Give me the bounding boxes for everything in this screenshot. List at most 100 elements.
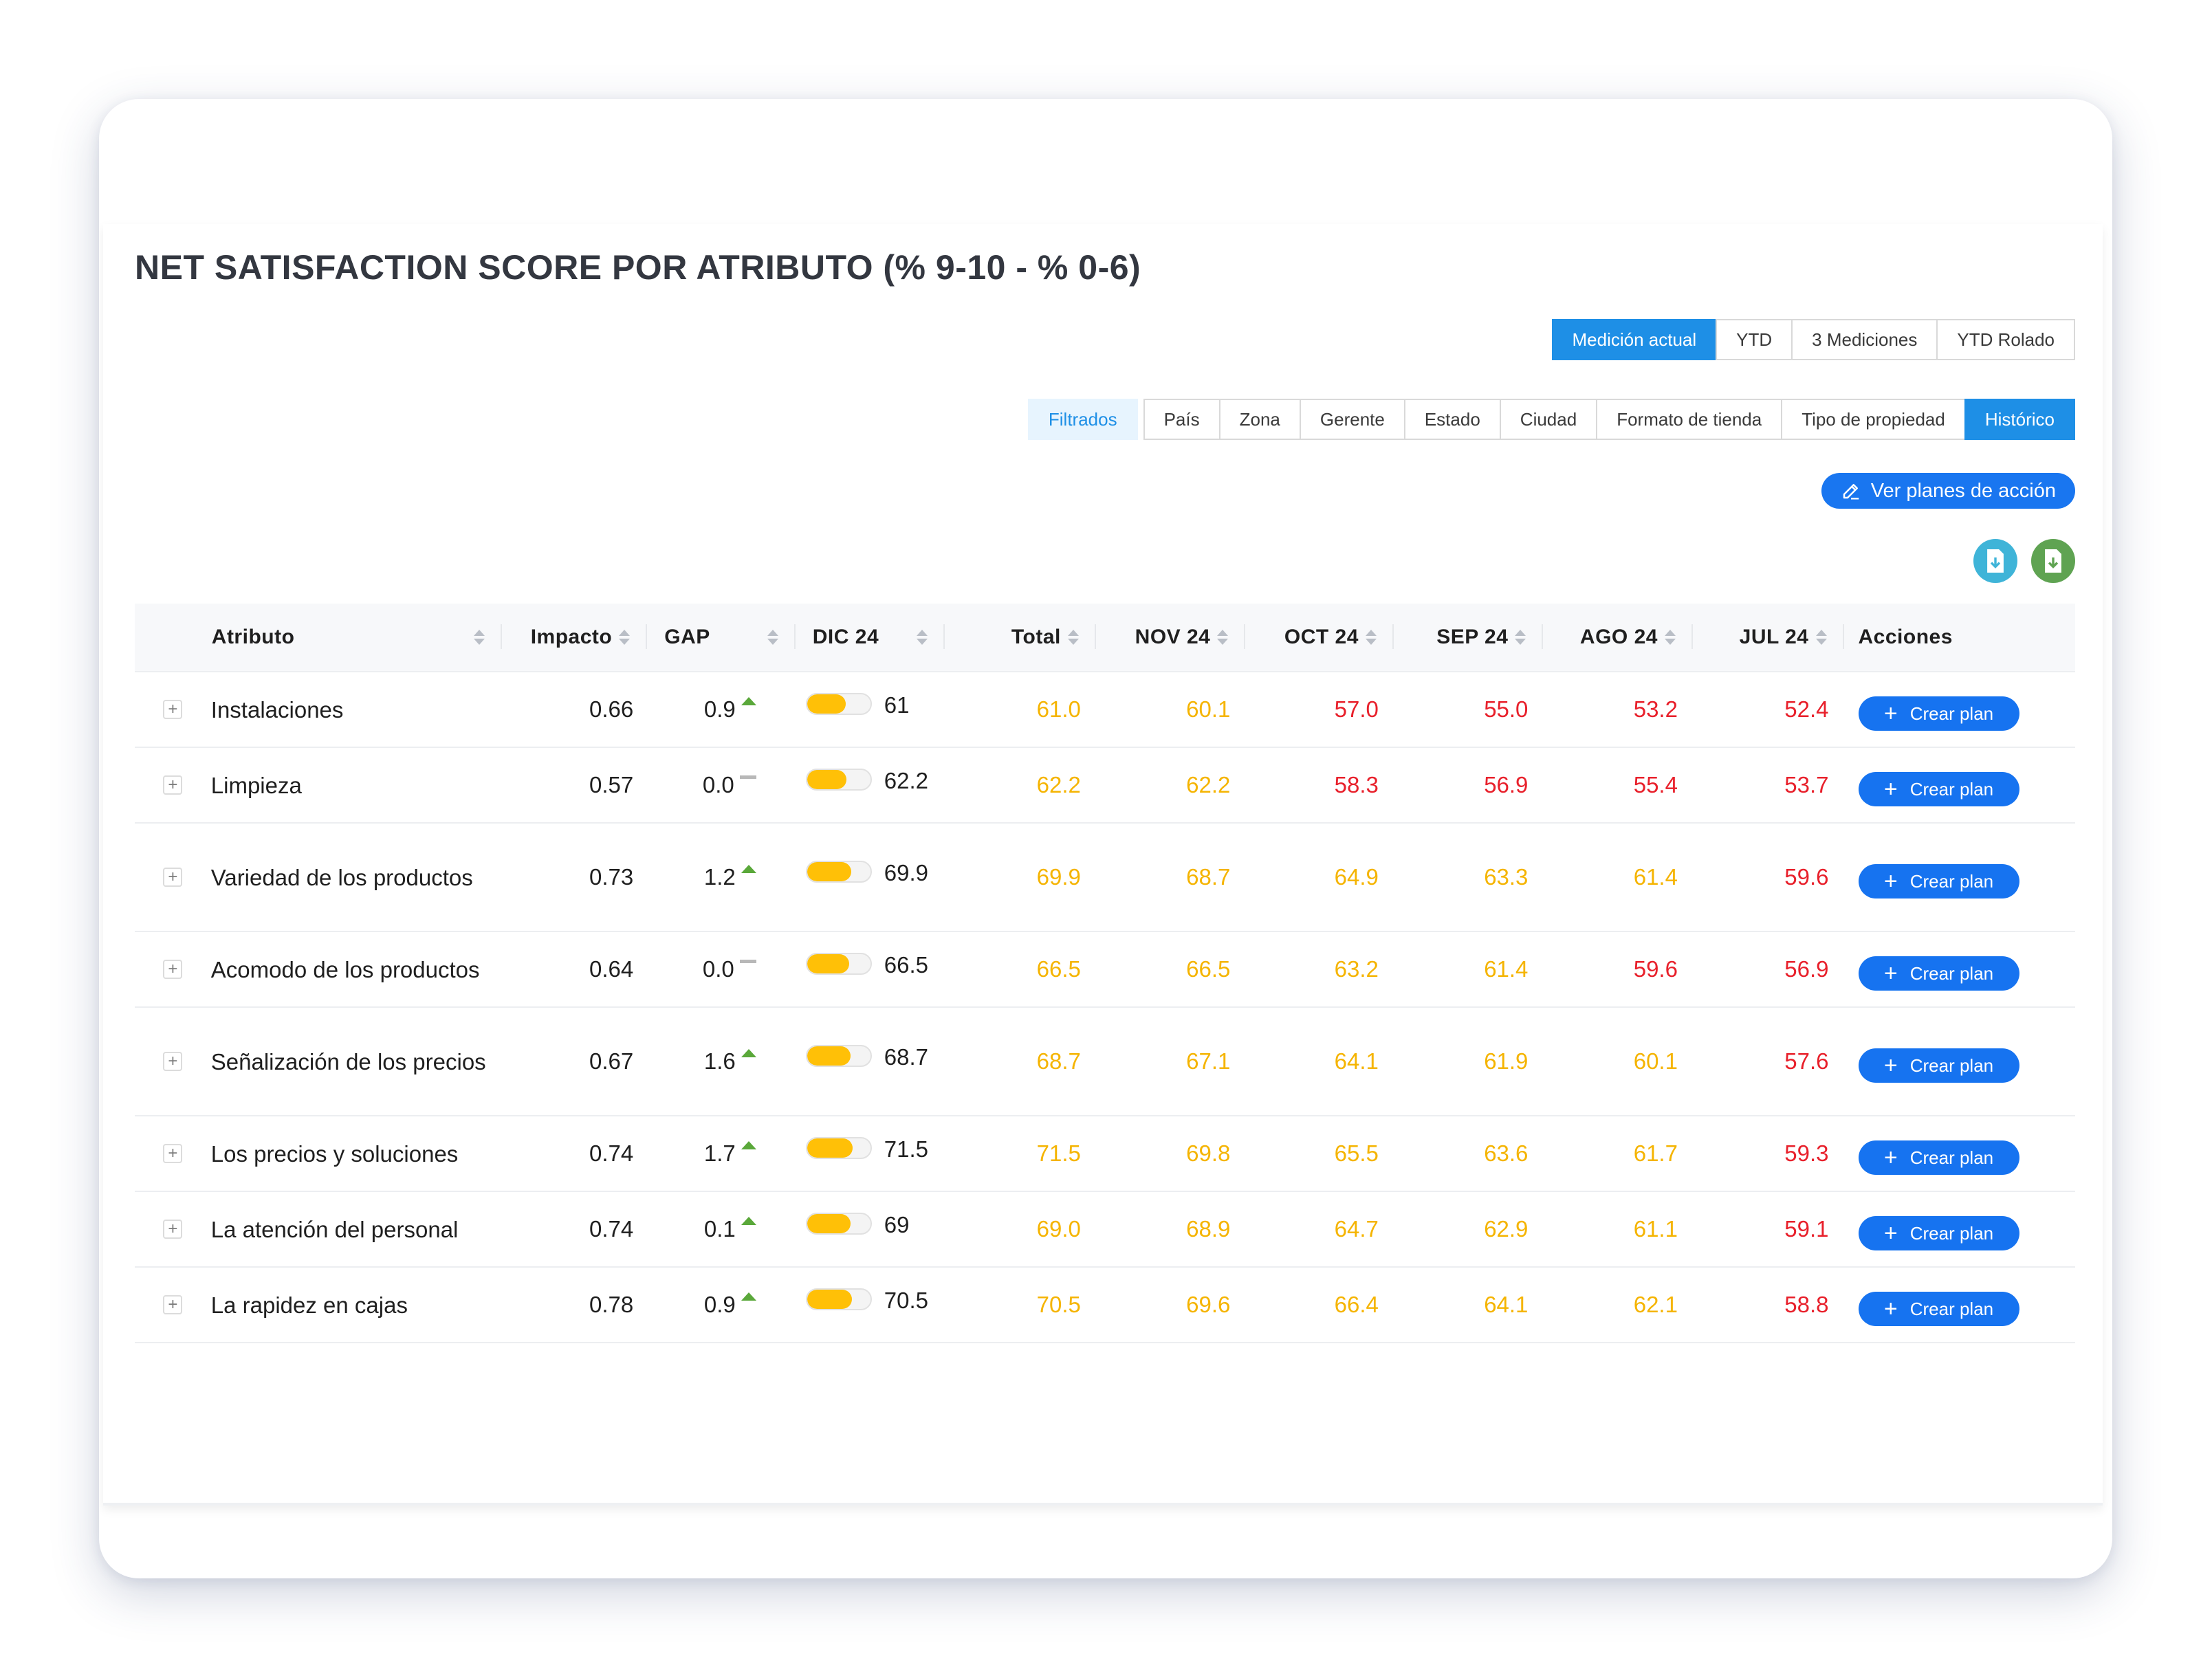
table-row: + La rapidez en cajas 0.78 0.9 70.5 70.5 69.6 6… xyxy=(135,1267,2075,1343)
filter-gerente[interactable]: Gerente xyxy=(1299,399,1405,440)
actions-cell: + Crear plan xyxy=(1843,931,2075,1008)
header-impacto[interactable]: Impacto xyxy=(501,604,648,672)
score-pill-fill xyxy=(807,954,850,973)
edit-icon xyxy=(1843,484,1859,500)
gap-cell: 0.0 xyxy=(647,747,796,824)
sort-icon xyxy=(1515,630,1526,645)
score-pill-fill xyxy=(807,1214,851,1233)
gap-value: 1.7 xyxy=(703,1140,736,1166)
dic-cell: 69 xyxy=(795,1191,945,1268)
impact-value: 0.66 xyxy=(501,672,648,748)
filter-pais[interactable]: País xyxy=(1143,399,1220,440)
ver-planes-button[interactable]: Ver planes de acción xyxy=(1821,473,2075,509)
total-value: 66.5 xyxy=(945,931,1096,1008)
gap-value: 0.0 xyxy=(702,956,734,982)
filter-tipo-propiedad[interactable]: Tipo de propiedad xyxy=(1781,399,1966,440)
expand-row-icon[interactable]: + xyxy=(163,1052,183,1071)
oct-value: 64.9 xyxy=(1245,823,1394,932)
excel-download-icon[interactable] xyxy=(2031,539,2075,583)
score-pill-fill xyxy=(807,1138,853,1158)
header-nov-24[interactable]: NOV 24 xyxy=(1095,604,1246,672)
expand-row-icon[interactable]: + xyxy=(163,1220,183,1239)
dic-cell: 66.5 xyxy=(795,931,945,1008)
actions-cell: + Crear plan xyxy=(1843,823,2075,932)
sort-icon xyxy=(1365,630,1377,645)
crear-plan-button[interactable]: + Crear plan xyxy=(1858,696,2019,731)
impact-value: 0.57 xyxy=(501,747,648,824)
expand-row-icon[interactable]: + xyxy=(163,775,183,795)
plus-icon: + xyxy=(1883,1145,1898,1171)
crear-plan-button[interactable]: + Crear plan xyxy=(1858,1140,2019,1175)
header-dic-24[interactable]: DIC 24 xyxy=(795,604,945,672)
filter-estado[interactable]: Estado xyxy=(1403,399,1501,440)
total-value: 61.0 xyxy=(945,672,1096,748)
sep-value: 61.9 xyxy=(1393,1007,1544,1116)
nov-value: 69.6 xyxy=(1095,1267,1246,1343)
trend-up-icon xyxy=(741,1292,756,1301)
dic-cell: 69.9 xyxy=(795,823,945,932)
gap-cell: 1.7 xyxy=(647,1116,796,1192)
ago-value: 60.1 xyxy=(1543,1007,1693,1116)
dic-value: 70.5 xyxy=(884,1288,928,1313)
dic-value: 71.5 xyxy=(884,1136,928,1162)
filter-zona[interactable]: Zona xyxy=(1218,399,1301,440)
expand-row-icon[interactable]: + xyxy=(163,960,183,979)
page-title: NET SATISFACTION SCORE POR ATRIBUTO (% 9… xyxy=(135,248,1141,287)
actions-cell: + Crear plan xyxy=(1843,1267,2075,1343)
actions-cell: + Crear plan xyxy=(1843,747,2075,824)
sort-icon xyxy=(619,630,631,645)
filter-ciudad[interactable]: Ciudad xyxy=(1499,399,1598,440)
header-sep-24[interactable]: SEP 24 xyxy=(1393,604,1544,672)
dic-value: 69 xyxy=(884,1212,910,1237)
jul-value: 52.4 xyxy=(1692,672,1844,748)
crear-plan-button[interactable]: + Crear plan xyxy=(1858,1292,2019,1326)
crear-plan-button[interactable]: + Crear plan xyxy=(1858,1216,2019,1250)
expand-row-icon[interactable]: + xyxy=(163,700,183,719)
filter-filtrados[interactable]: Filtrados xyxy=(1027,399,1138,440)
plus-icon: + xyxy=(1883,960,1898,986)
gap-cell: 1.2 xyxy=(647,823,796,932)
expand-row-icon[interactable]: + xyxy=(163,1295,183,1314)
row-expand-cell: + xyxy=(135,1007,211,1116)
filter-formato-tienda[interactable]: Formato de tienda xyxy=(1596,399,1783,440)
total-value: 69.9 xyxy=(945,823,1096,932)
sep-value: 56.9 xyxy=(1393,747,1544,824)
view-mode-ytd[interactable]: YTD xyxy=(1716,319,1793,360)
dic-value: 62.2 xyxy=(884,768,928,793)
header-expand xyxy=(135,604,211,672)
view-mode-3-mediciones[interactable]: 3 Mediciones xyxy=(1791,319,1938,360)
header-jul-24[interactable]: JUL 24 xyxy=(1692,604,1844,672)
crear-plan-button[interactable]: + Crear plan xyxy=(1858,864,2019,898)
dic-value: 69.9 xyxy=(884,860,928,885)
crear-plan-button[interactable]: + Crear plan xyxy=(1858,772,2019,806)
header-total[interactable]: Total xyxy=(945,604,1096,672)
gap-value: 1.6 xyxy=(703,1048,736,1074)
dic-value: 61 xyxy=(884,692,910,718)
view-mode-actual[interactable]: Medición actual xyxy=(1551,319,1718,360)
filter-historico[interactable]: Histórico xyxy=(1964,399,2075,440)
table-body: + Instalaciones 0.66 0.9 61 61.0 60.1 57.0 55.0 5… xyxy=(135,672,2075,1343)
header-gap[interactable]: GAP xyxy=(647,604,796,672)
crear-plan-button[interactable]: + Crear plan xyxy=(1858,956,2019,991)
jul-value: 59.6 xyxy=(1692,823,1844,932)
view-mode-ytd-rolado[interactable]: YTD Rolado xyxy=(1936,319,2075,360)
crear-plan-button[interactable]: + Crear plan xyxy=(1858,1048,2019,1083)
gap-value: 0.9 xyxy=(703,1292,736,1317)
expand-row-icon[interactable]: + xyxy=(163,868,183,887)
impact-value: 0.67 xyxy=(501,1007,648,1116)
gap-value: 0.1 xyxy=(703,1216,736,1242)
row-expand-cell: + xyxy=(135,672,211,748)
gap-cell: 0.9 xyxy=(647,672,796,748)
oct-value: 66.4 xyxy=(1245,1267,1394,1343)
header-oct-24[interactable]: OCT 24 xyxy=(1245,604,1394,672)
header-ago-24[interactable]: AGO 24 xyxy=(1543,604,1693,672)
plus-icon: + xyxy=(1883,868,1898,894)
plus-icon: + xyxy=(1883,1296,1898,1322)
file-download-icon[interactable] xyxy=(1973,539,2017,583)
gap-cell: 0.9 xyxy=(647,1267,796,1343)
total-value: 70.5 xyxy=(945,1267,1096,1343)
crear-plan-label: Crear plan xyxy=(1909,1222,1994,1244)
expand-row-icon[interactable]: + xyxy=(163,1144,183,1163)
header-atributo[interactable]: Atributo xyxy=(210,604,502,672)
row-expand-cell: + xyxy=(135,1116,211,1192)
